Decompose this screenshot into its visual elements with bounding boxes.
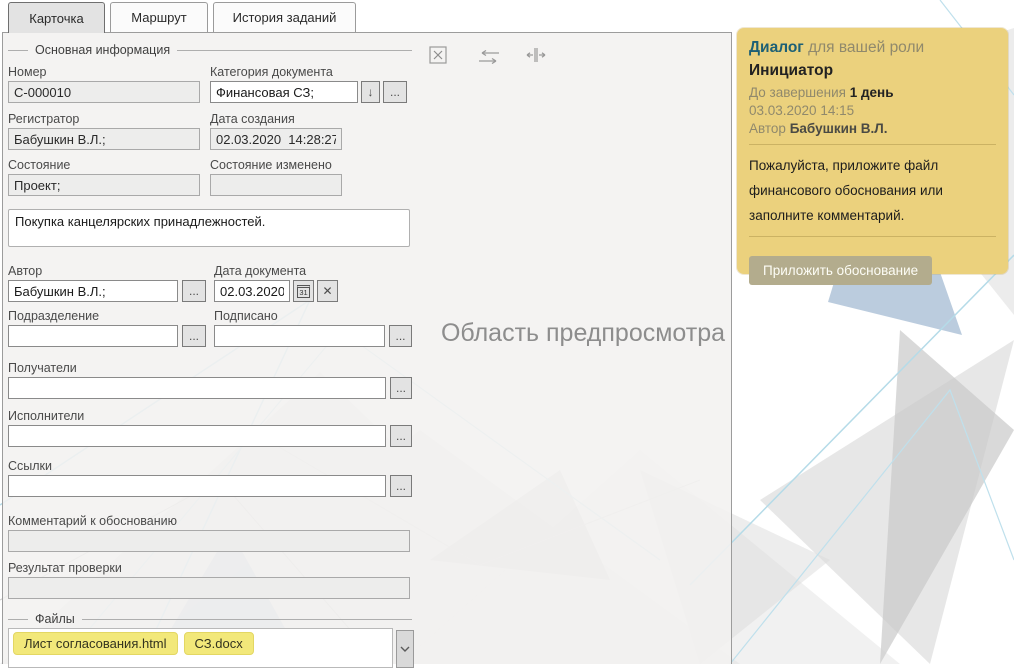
chevron-down-icon	[400, 646, 410, 652]
signed-browse-button[interactable]: ...	[389, 325, 412, 347]
group-main-info: Основная информация	[8, 43, 412, 57]
swap-arrows-icon[interactable]	[478, 50, 500, 69]
dialog-divider	[749, 236, 996, 237]
category-field[interactable]	[210, 81, 358, 103]
tab-card[interactable]: Карточка	[8, 2, 105, 33]
document-date-field[interactable]	[214, 280, 290, 302]
recipients-field[interactable]	[8, 377, 386, 399]
files-scrollbar[interactable]	[396, 630, 414, 668]
category-browse-button[interactable]: ...	[383, 81, 407, 103]
dialog-title: Диалог для вашей роли	[749, 39, 996, 57]
file-chip[interactable]: Лист согласования.html	[13, 632, 178, 655]
dialog-message: Пожалуйста, приложите файл финансового о…	[749, 153, 954, 228]
department-field[interactable]	[8, 325, 178, 347]
splitter-icon[interactable]	[526, 47, 546, 68]
files-list: Лист согласования.html СЗ.docx	[8, 628, 393, 668]
group-main-info-label: Основная информация	[35, 43, 170, 57]
description-textarea[interactable]: Покупка канцелярских принадлежностей.	[8, 209, 410, 247]
author-field[interactable]	[8, 280, 178, 302]
check-result-field[interactable]	[8, 577, 410, 599]
executors-browse-button[interactable]: ...	[390, 425, 412, 447]
label-state-changed: Состояние изменено	[210, 158, 332, 173]
form-column: Основная информация Номер Категория доку…	[8, 33, 412, 664]
executors-field[interactable]	[8, 425, 386, 447]
label-signed: Подписано	[214, 309, 278, 324]
tab-route[interactable]: Маршрут	[110, 2, 208, 32]
tab-task-history[interactable]: История заданий	[213, 2, 356, 32]
created-date-field[interactable]	[210, 128, 342, 150]
label-justification-comment: Комментарий к обоснованию	[8, 514, 412, 529]
label-category: Категория документа	[210, 65, 333, 80]
tab-bar: Карточка Маршрут История заданий	[8, 2, 356, 33]
state-field[interactable]	[8, 174, 200, 196]
category-dropdown-button[interactable]: ↓	[361, 81, 380, 103]
dialog-title-word: Диалог	[749, 39, 804, 56]
dialog-role: Инициатор	[749, 62, 996, 80]
close-preview-icon[interactable]	[429, 46, 447, 69]
label-links: Ссылки	[8, 459, 412, 474]
document-date-clear-button[interactable]: ✕	[317, 280, 338, 302]
label-author: Автор	[8, 264, 412, 279]
group-files-label: Файлы	[35, 612, 75, 626]
signed-field[interactable]	[214, 325, 385, 347]
dialog-divider	[749, 144, 996, 145]
calendar-icon: 31	[297, 285, 310, 298]
author-label: Автор	[749, 121, 786, 136]
label-department: Подразделение	[8, 309, 412, 324]
label-created-date: Дата создания	[210, 112, 295, 127]
label-check-result: Результат проверки	[8, 561, 412, 576]
dialog-deadline: До завершения 1 день	[749, 85, 996, 100]
links-browse-button[interactable]: ...	[390, 475, 412, 497]
state-changed-field[interactable]	[210, 174, 342, 196]
group-files: Файлы	[8, 612, 412, 626]
label-executors: Исполнители	[8, 409, 412, 424]
label-recipients: Получатели	[8, 361, 412, 376]
dialog-panel: Диалог для вашей роли Инициатор До завер…	[737, 28, 1008, 274]
dialog-datetime: 03.03.2020 14:15	[749, 103, 996, 118]
label-document-date: Дата документа	[214, 264, 306, 279]
author-browse-button[interactable]: ...	[182, 280, 206, 302]
deadline-label: До завершения	[749, 85, 846, 100]
dialog-subtitle: для вашей роли	[808, 39, 924, 56]
registrar-field[interactable]	[8, 128, 200, 150]
preview-area-label: Область предпросмотра	[433, 318, 733, 348]
file-chip[interactable]: СЗ.docx	[184, 632, 254, 655]
attach-justification-button[interactable]: Приложить обоснование	[749, 256, 932, 285]
department-browse-button[interactable]: ...	[182, 325, 206, 347]
author-value: Бабушкин В.Л.	[790, 121, 888, 136]
links-field[interactable]	[8, 475, 386, 497]
justification-comment-field[interactable]	[8, 530, 410, 552]
recipients-browse-button[interactable]: ...	[390, 377, 412, 399]
deadline-value: 1 день	[850, 85, 894, 100]
card-panel: Область предпросмотра Основная информаци…	[2, 32, 732, 664]
document-date-calendar-button[interactable]: 31	[293, 280, 314, 302]
number-field[interactable]	[8, 81, 200, 103]
dialog-author: Автор Бабушкин В.Л.	[749, 121, 996, 136]
